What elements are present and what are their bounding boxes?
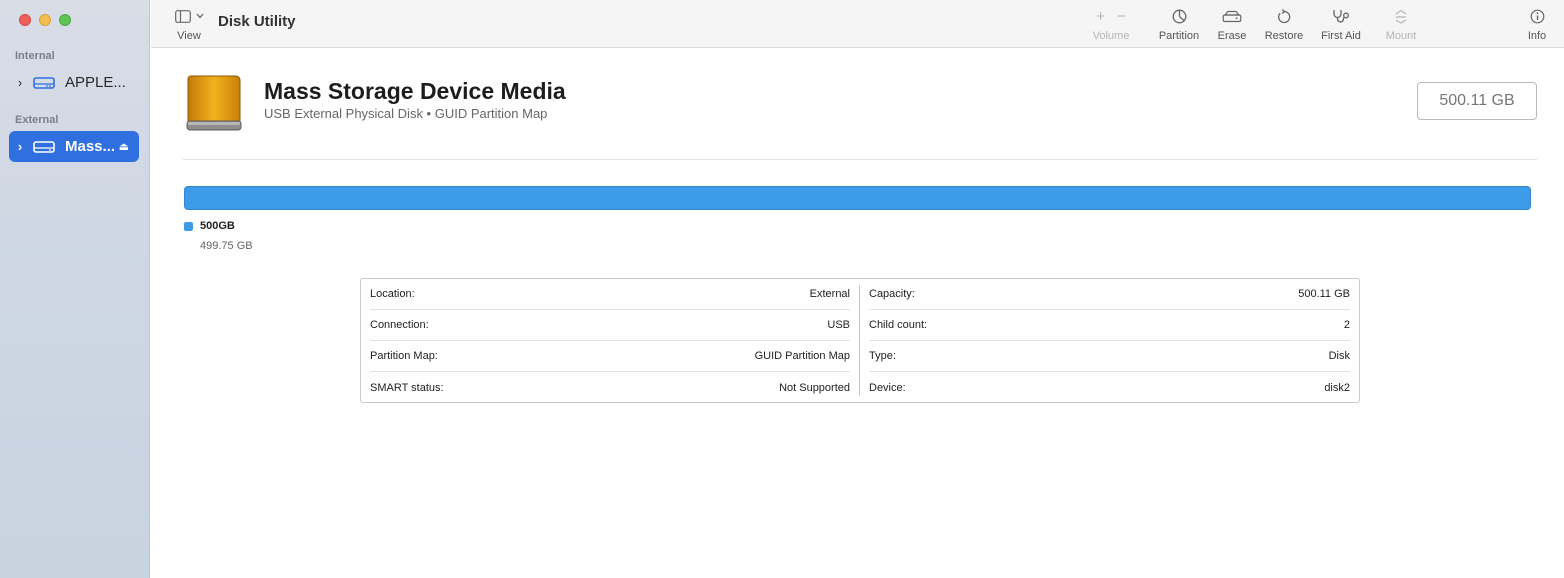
info-label: Location: — [370, 288, 415, 300]
partition-label: Partition — [1158, 30, 1200, 42]
first-aid-button[interactable]: First Aid — [1317, 8, 1365, 42]
info-row: Type: Disk — [869, 341, 1350, 372]
info-value: Not Supported — [779, 381, 850, 394]
external-drive-icon — [33, 140, 55, 153]
partition-button[interactable]: Partition — [1155, 8, 1203, 42]
sidebar-item-label: Mass... — [65, 138, 116, 155]
stethoscope-icon — [1333, 9, 1349, 23]
sidebar: Internal › APPLE... External › Mass... ⏏ — [0, 0, 150, 578]
disclosure-chevron-icon[interactable]: › — [11, 75, 29, 90]
zoom-window-button[interactable] — [59, 14, 71, 26]
info-row: Device: disk2 — [869, 372, 1350, 403]
partition-usage-bar — [184, 186, 1531, 210]
info-row: SMART status: Not Supported — [370, 372, 850, 403]
disk-subtitle: USB External Physical Disk • GUID Partit… — [264, 106, 548, 121]
volume-button-group[interactable]: + − Volume — [1091, 8, 1131, 43]
info-button[interactable]: Info — [1523, 8, 1551, 42]
mount-icon — [1395, 9, 1407, 24]
view-button[interactable]: View — [171, 8, 207, 42]
info-row: Child count: 2 — [869, 310, 1350, 341]
first-aid-label: First Aid — [1321, 30, 1361, 42]
info-label: Partition Map: — [370, 350, 438, 362]
internal-drive-icon — [33, 76, 55, 89]
sidebar-item-apple-disk[interactable]: › APPLE... — [9, 67, 139, 98]
info-value: USB — [827, 319, 850, 331]
info-label: Capacity: — [869, 288, 915, 300]
info-value: 2 — [1343, 319, 1350, 331]
add-volume-icon[interactable]: + — [1096, 8, 1105, 25]
sidebar-item-label: APPLE... — [65, 74, 126, 91]
sidebar-toggle-icon — [174, 9, 191, 23]
partition-color-swatch — [184, 222, 193, 231]
window-controls — [19, 14, 71, 26]
close-window-button[interactable] — [19, 14, 31, 26]
restore-button[interactable]: Restore — [1262, 8, 1306, 42]
partition-icon — [1172, 9, 1186, 23]
mount-button[interactable]: Mount — [1381, 8, 1421, 42]
info-row: Location: External — [370, 279, 850, 310]
remove-volume-icon[interactable]: − — [1117, 8, 1126, 25]
info-row: Capacity: 500.11 GB — [869, 279, 1350, 310]
sidebar-item-mass-storage[interactable]: › Mass... ⏏ — [9, 131, 139, 162]
disclosure-chevron-icon[interactable]: › — [11, 139, 29, 154]
sidebar-section-internal: Internal — [15, 50, 55, 62]
info-value: disk2 — [1324, 381, 1350, 394]
erase-button[interactable]: Erase — [1215, 8, 1249, 42]
external-disk-icon — [186, 75, 242, 131]
info-row: Partition Map: GUID Partition Map — [370, 341, 850, 372]
erase-icon — [1222, 10, 1242, 22]
restore-icon — [1278, 8, 1291, 23]
info-label: Info — [1527, 30, 1547, 42]
info-column-left: Location: External Connection: USB Partiti… — [361, 285, 860, 396]
disk-title: Mass Storage Device Media — [264, 78, 566, 104]
info-label: Type: — [869, 350, 896, 362]
erase-label: Erase — [1217, 30, 1247, 42]
divider — [183, 159, 1537, 160]
disk-capacity-badge: 500.11 GB — [1417, 82, 1537, 120]
chevron-down-icon — [196, 13, 203, 19]
window-title: Disk Utility — [218, 13, 296, 30]
toolbar: View Disk Utility + − Volume Partition E… — [151, 0, 1564, 48]
info-label: Child count: — [869, 319, 928, 331]
info-label: Connection: — [370, 319, 429, 331]
partition-size: 499.75 GB — [200, 240, 253, 252]
minimize-window-button[interactable] — [39, 14, 51, 26]
info-row: Connection: USB — [370, 310, 850, 341]
partition-name: 500GB — [200, 220, 235, 232]
eject-icon[interactable]: ⏏ — [119, 140, 129, 153]
view-label: View — [177, 30, 201, 42]
sidebar-section-external: External — [15, 114, 59, 126]
info-label: Device: — [869, 381, 906, 394]
mount-label: Mount — [1385, 30, 1417, 42]
info-value: Disk — [1328, 350, 1350, 362]
info-value: External — [809, 288, 850, 300]
main-content: Mass Storage Device Media USB External P… — [151, 48, 1564, 578]
volume-label: Volume — [1092, 30, 1130, 42]
disk-info-table: Location: External Connection: USB Partiti… — [360, 278, 1360, 403]
info-icon — [1530, 9, 1544, 23]
info-label: SMART status: — [370, 381, 444, 394]
info-column-right: Capacity: 500.11 GB Child count: 2 Type: Di… — [860, 279, 1359, 402]
restore-label: Restore — [1264, 30, 1304, 42]
info-value: 500.11 GB — [1298, 288, 1350, 300]
info-value: GUID Partition Map — [754, 350, 850, 362]
